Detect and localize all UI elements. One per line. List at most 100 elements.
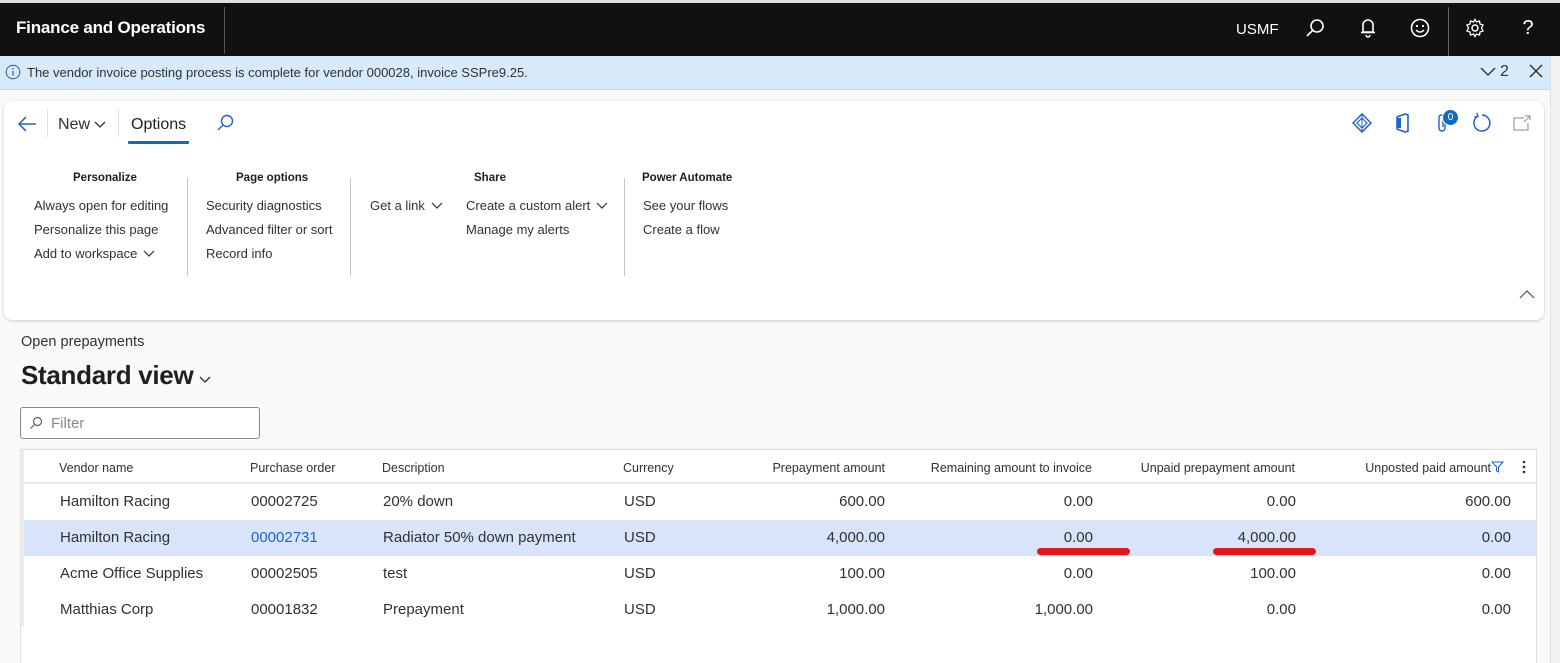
office-icon[interactable] [1391,112,1413,134]
create-a-custom-alert-label: Create a custom alert [466,198,591,213]
app-title[interactable]: Finance and Operations [16,18,205,38]
chevron-down-icon [596,202,608,209]
cell-unposted-paid-amount: 0.00 [1481,565,1511,582]
annotation-underline [1213,548,1316,555]
message-count: 2 [1500,63,1509,80]
column-header-currency[interactable]: Currency [623,461,674,475]
divider [224,7,225,54]
column-header-unposted-paid-amount[interactable]: Unposted paid amount [1365,461,1491,475]
create-a-flow[interactable]: Create a flow [643,222,720,237]
power-apps-icon[interactable] [1351,112,1373,134]
help-icon[interactable]: ? [1515,15,1541,41]
unposted-paid-amount-label: Unposted paid amount [1365,461,1491,475]
tab-options[interactable]: Options [131,116,186,134]
cell-remaining-amount-to-invoice: 0.00 [1063,565,1093,582]
security-diagnostics[interactable]: Security diagnostics [206,198,322,213]
cell-purchase-order: 00002505 [251,565,318,582]
search-icon [30,416,43,429]
cell-prepayment-amount: 4,000.00 [826,529,885,546]
table-row[interactable]: Matthias Corp 00001832 Prepayment USD 1,000.… [24,592,1536,628]
page-caption: Open prepayments [21,334,145,350]
column-header-remaining-amount-to-invoice[interactable]: Remaining amount to invoice [931,461,1092,475]
attachments-count-badge: 0 [1442,109,1459,126]
divider [187,178,188,276]
gear-icon[interactable] [1462,15,1488,41]
cell-unposted-paid-amount: 600.00 [1465,493,1511,510]
cell-description: 20% down [383,493,454,510]
add-to-workspace[interactable]: Add to workspace [34,246,155,261]
cell-currency: USD [624,493,656,510]
info-icon [5,64,21,80]
table-row[interactable]: Acme Office Supplies 00002505 test USD 100.0… [24,556,1536,592]
open-prepayments-grid: Vendor name Purchase order Description C… [20,449,1537,663]
back-arrow-icon[interactable] [16,113,38,135]
search-icon[interactable] [215,113,235,133]
message-bar: The vendor invoice posting process is co… [0,56,1550,90]
vertical-scrollbar[interactable] [1550,56,1560,663]
cell-remaining-amount-to-invoice: 1,000.00 [1034,601,1093,618]
chevron-down-icon [1480,67,1496,76]
personalize-this-page[interactable]: Personalize this page [34,222,158,237]
new-label: New [58,116,91,133]
cell-prepayment-amount: 600.00 [839,493,885,510]
cell-unposted-paid-amount: 0.00 [1481,529,1511,546]
cell-remaining-amount-to-invoice: 0.00 [1063,529,1093,546]
group-title-share: Share [474,172,506,184]
more-options-icon[interactable] [1521,459,1527,475]
see-your-flows[interactable]: See your flows [643,198,728,213]
view-selector[interactable]: Standard view [21,360,211,391]
column-header-purchase-order[interactable]: Purchase order [250,461,335,475]
cell-unpaid-prepayment-amount: 4,000.00 [1237,529,1296,546]
cell-remaining-amount-to-invoice: 0.00 [1063,493,1093,510]
column-header-unpaid-prepayment-amount[interactable]: Unpaid prepayment amount [1141,461,1295,475]
cell-vendor-name: Hamilton Racing [60,493,171,510]
search-icon[interactable] [1302,15,1328,41]
company-picker[interactable]: USMF [1236,21,1279,38]
new-button[interactable]: New [58,116,106,134]
advanced-filter-or-sort[interactable]: Advanced filter or sort [206,222,332,237]
action-pane: New Options Personalize Always open for … [4,101,1544,320]
create-a-custom-alert[interactable]: Create a custom alert [466,198,608,213]
filter-icon[interactable] [1491,461,1504,473]
cell-unpaid-prepayment-amount: 0.00 [1266,493,1296,510]
cell-currency: USD [624,529,656,546]
column-header-prepayment-amount[interactable]: Prepayment amount [772,461,885,475]
table-row[interactable]: Hamilton Racing 00002731 Radiator 50% down… [24,520,1536,556]
refresh-icon[interactable] [1471,112,1493,134]
chevron-down-icon [199,376,211,383]
column-header-vendor-name[interactable]: Vendor name [59,461,133,475]
filter-input-box[interactable] [20,407,260,439]
table-row[interactable]: Hamilton Racing 00002725 20% down USD 600.00… [24,484,1536,520]
grid-header: Vendor name Purchase order Description C… [21,450,1536,484]
message-text: The vendor invoice posting process is co… [27,65,528,80]
chevron-down-icon [143,250,155,257]
column-header-description[interactable]: Description [382,461,445,475]
divider [350,178,351,276]
cell-unpaid-prepayment-amount: 100.00 [1250,565,1296,582]
smiley-icon[interactable] [1407,15,1433,41]
record-info[interactable]: Record info [206,246,272,261]
cell-prepayment-amount: 100.00 [839,565,885,582]
get-a-link-label: Get a link [370,198,425,213]
cell-unpaid-prepayment-amount: 0.00 [1266,601,1296,618]
divider [47,109,48,137]
cell-purchase-order: 00002725 [251,493,318,510]
cell-description: Radiator 50% down payment [383,529,576,546]
bell-icon[interactable] [1355,15,1381,41]
close-icon[interactable] [1527,62,1545,80]
filter-input[interactable] [51,414,251,432]
annotation-underline [1037,548,1130,555]
cell-purchase-order[interactable]: 00002731 [251,529,318,546]
cell-currency: USD [624,565,656,582]
top-navigation-bar: Finance and Operations USMF ? [0,0,1560,57]
view-name: Standard view [21,360,194,390]
group-title-power-automate: Power Automate [642,172,733,184]
cell-purchase-order: 00001832 [251,601,318,618]
open-in-new-window-icon[interactable] [1511,112,1533,134]
chevron-down-icon [431,202,443,209]
chevron-up-icon[interactable] [1518,287,1536,301]
expand-messages-button[interactable]: 2 [1480,63,1509,81]
get-a-link[interactable]: Get a link [370,198,443,213]
manage-my-alerts[interactable]: Manage my alerts [466,222,569,237]
always-open-for-editing[interactable]: Always open for editing [34,198,168,213]
